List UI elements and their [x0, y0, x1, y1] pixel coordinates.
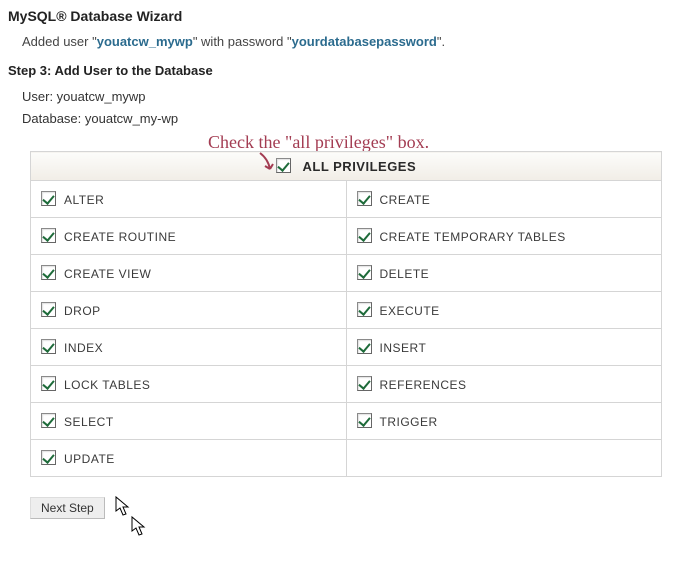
privilege-label: EXECUTE — [380, 304, 440, 318]
cursor-icon — [114, 495, 132, 519]
privilege-checkbox[interactable] — [357, 302, 372, 317]
privilege-label: LOCK TABLES — [64, 378, 150, 392]
privilege-label: CREATE TEMPORARY TABLES — [380, 230, 566, 244]
privilege-cell: ALTER — [31, 181, 347, 218]
privilege-label: DROP — [64, 304, 101, 318]
table-row: ALTER CREATE — [31, 181, 662, 218]
privilege-label: TRIGGER — [380, 415, 438, 429]
privilege-checkbox[interactable] — [41, 339, 56, 354]
user-value: youatcw_mywp — [57, 89, 146, 104]
privilege-checkbox[interactable] — [357, 265, 372, 280]
privilege-label: SELECT — [64, 415, 114, 429]
table-row: UPDATE — [31, 440, 662, 477]
annotation-text: Check the "all privileges" box. — [208, 132, 667, 153]
cursor-icon — [130, 515, 148, 539]
privilege-checkbox[interactable] — [41, 228, 56, 243]
page-title: MySQL® Database Wizard — [8, 8, 667, 24]
all-privileges-label: ALL PRIVILEGES — [302, 159, 416, 174]
privilege-checkbox[interactable] — [357, 376, 372, 391]
privilege-checkbox[interactable] — [41, 302, 56, 317]
database-value: youatcw_my-wp — [85, 111, 178, 126]
table-row: LOCK TABLES REFERENCES — [31, 366, 662, 403]
privilege-cell: UPDATE — [31, 440, 347, 477]
database-line: Database: youatcw_my-wp — [22, 110, 667, 128]
database-label: Database: — [22, 111, 85, 126]
privilege-cell — [346, 440, 662, 477]
step-heading: Step 3: Add User to the Database — [8, 63, 667, 78]
privilege-label: INDEX — [64, 341, 103, 355]
privilege-cell: INDEX — [31, 329, 347, 366]
table-row: DROP EXECUTE — [31, 292, 662, 329]
privilege-checkbox[interactable] — [41, 413, 56, 428]
privilege-checkbox[interactable] — [41, 450, 56, 465]
privilege-cell: CREATE VIEW — [31, 255, 347, 292]
privilege-cell: TRIGGER — [346, 403, 662, 440]
all-privileges-checkbox[interactable] — [276, 158, 291, 173]
added-prefix: Added user " — [22, 34, 97, 49]
privilege-label: CREATE VIEW — [64, 267, 151, 281]
table-row: CREATE VIEW DELETE — [31, 255, 662, 292]
privilege-checkbox[interactable] — [41, 376, 56, 391]
privilege-checkbox[interactable] — [41, 265, 56, 280]
privilege-cell: REFERENCES — [346, 366, 662, 403]
privilege-checkbox[interactable] — [357, 339, 372, 354]
privilege-checkbox[interactable] — [357, 413, 372, 428]
privilege-cell: DROP — [31, 292, 347, 329]
added-mid: " with password " — [193, 34, 292, 49]
privilege-cell: CREATE — [346, 181, 662, 218]
privilege-label: CREATE — [380, 193, 431, 207]
privilege-cell: CREATE TEMPORARY TABLES — [346, 218, 662, 255]
added-password: yourdatabasepassword — [292, 34, 437, 49]
privilege-label: CREATE ROUTINE — [64, 230, 176, 244]
all-privileges-header: ALL PRIVILEGES — [31, 152, 662, 181]
privilege-checkbox[interactable] — [357, 228, 372, 243]
privilege-cell: CREATE ROUTINE — [31, 218, 347, 255]
privilege-cell: INSERT — [346, 329, 662, 366]
table-row: SELECT TRIGGER — [31, 403, 662, 440]
added-suffix: ". — [437, 34, 445, 49]
next-step-button[interactable]: Next Step — [30, 497, 105, 519]
privilege-label: REFERENCES — [380, 378, 467, 392]
user-line: User: youatcw_mywp — [22, 88, 667, 106]
privilege-checkbox[interactable] — [357, 191, 372, 206]
user-label: User: — [22, 89, 57, 104]
added-username: youatcw_mywp — [97, 34, 193, 49]
privilege-cell: LOCK TABLES — [31, 366, 347, 403]
privilege-checkbox[interactable] — [41, 191, 56, 206]
table-row: INDEX INSERT — [31, 329, 662, 366]
privilege-cell: DELETE — [346, 255, 662, 292]
privilege-cell: EXECUTE — [346, 292, 662, 329]
table-row: CREATE ROUTINE CREATE TEMPORARY TABLES — [31, 218, 662, 255]
privilege-label: UPDATE — [64, 452, 115, 466]
privilege-cell: SELECT — [31, 403, 347, 440]
privilege-label: ALTER — [64, 193, 104, 207]
privilege-label: INSERT — [380, 341, 427, 355]
privileges-table: ALL PRIVILEGES ALTER CREATE CREATE ROUTINE… — [30, 151, 662, 477]
privilege-label: DELETE — [380, 267, 430, 281]
added-user-message: Added user "youatcw_mywp" with password … — [22, 34, 667, 49]
